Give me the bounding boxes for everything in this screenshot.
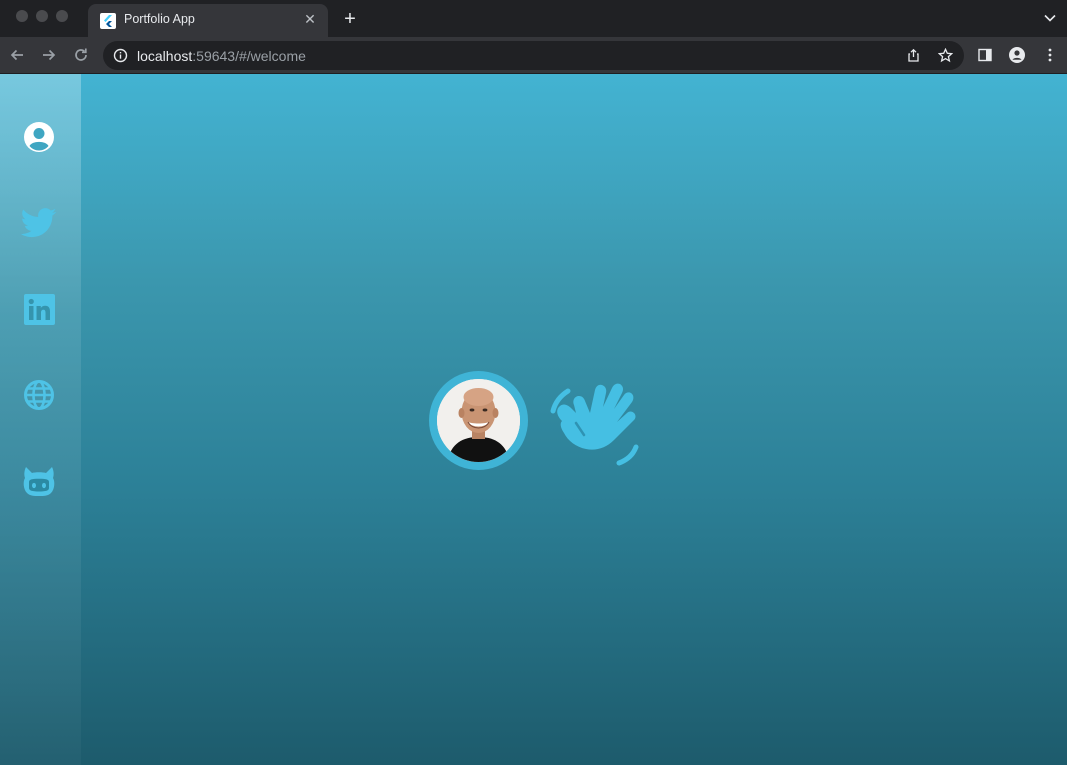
share-icon[interactable] xyxy=(906,48,921,63)
avatar-photo xyxy=(437,379,520,462)
flutter-favicon-icon xyxy=(100,13,116,29)
url-text[interactable]: localhost:59643/#/welcome xyxy=(137,48,306,64)
avatar xyxy=(437,379,520,462)
profile-icon xyxy=(24,122,54,152)
new-tab-button[interactable]: + xyxy=(340,9,360,29)
globe-icon xyxy=(24,380,54,410)
twitter-icon xyxy=(21,208,57,238)
side-panel-icon[interactable] xyxy=(977,47,993,63)
url-path: :59643/#/welcome xyxy=(192,48,306,64)
browser-toolbar: localhost:59643/#/welcome xyxy=(0,37,1067,74)
url-host: localhost xyxy=(137,48,193,64)
tab-title: Portfolio App xyxy=(124,12,195,26)
bookmark-star-icon[interactable] xyxy=(938,48,953,63)
sidebar-item-twitter[interactable] xyxy=(20,204,58,242)
social-sidebar xyxy=(0,74,81,765)
welcome-hero xyxy=(429,371,644,471)
github-icon xyxy=(23,467,55,496)
linkedin-icon xyxy=(23,293,55,325)
close-window-dot[interactable] xyxy=(16,10,28,22)
more-menu-icon[interactable] xyxy=(1042,47,1058,63)
zoom-window-dot[interactable] xyxy=(56,10,68,22)
sidebar-item-github[interactable] xyxy=(20,462,58,500)
waving-hand-icon xyxy=(550,383,639,466)
browser-tab[interactable]: Portfolio App ✕ xyxy=(88,4,328,37)
forward-arrow-icon[interactable] xyxy=(40,46,58,64)
page-viewport xyxy=(0,74,1067,765)
tab-strip: Portfolio App ✕ + xyxy=(0,0,1067,37)
site-info-icon[interactable] xyxy=(113,48,128,63)
address-bar[interactable]: localhost:59643/#/welcome xyxy=(103,41,964,70)
avatar-ring xyxy=(429,371,528,470)
profile-avatar-icon[interactable] xyxy=(1009,47,1025,63)
sidebar-item-profile[interactable] xyxy=(20,118,58,156)
sidebar-item-website[interactable] xyxy=(20,376,58,414)
reload-icon[interactable] xyxy=(72,46,90,64)
tab-search-chevron-icon[interactable] xyxy=(1043,11,1057,25)
back-arrow-icon[interactable] xyxy=(8,46,26,64)
minimize-window-dot[interactable] xyxy=(36,10,48,22)
sidebar-item-linkedin[interactable] xyxy=(20,290,58,328)
tab-close-icon[interactable]: ✕ xyxy=(302,11,318,27)
